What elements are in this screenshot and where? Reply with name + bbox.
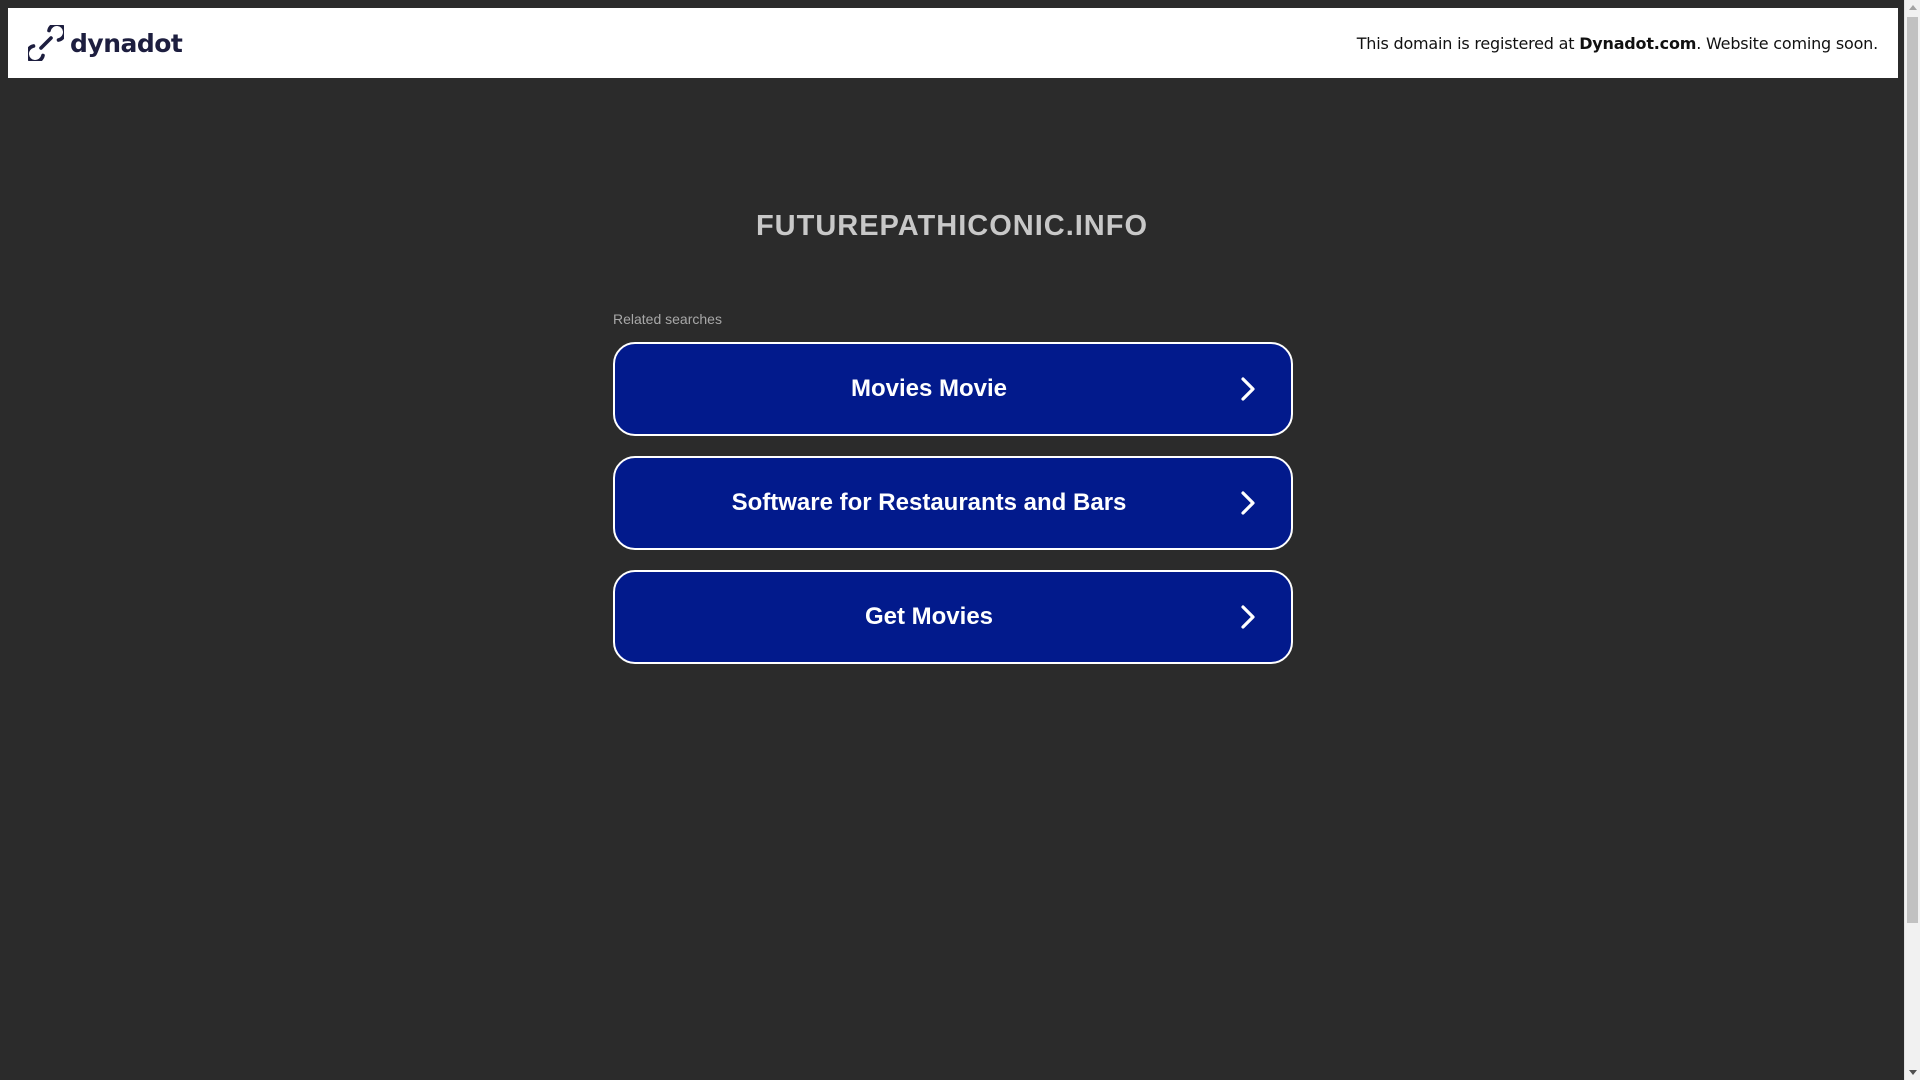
- scroll-thumb[interactable]: [1907, 17, 1918, 923]
- chevron-right-icon: [1241, 605, 1255, 629]
- related-searches-list: Movies Movie Software for Restaurants an…: [613, 342, 1293, 684]
- chevron-right-icon: [1241, 377, 1255, 401]
- related-searches-label: Related searches: [613, 311, 722, 327]
- domain-title: FUTUREPATHICONIC.INFO: [755, 210, 1149, 242]
- header-banner: dynadot This domain is registered at Dyn…: [8, 8, 1898, 78]
- message-prefix: This domain is registered at: [1356, 33, 1580, 53]
- search-button-label: Get Movies: [864, 603, 994, 630]
- vertical-scrollbar[interactable]: [1904, 0, 1920, 1080]
- brand-name: dynadot: [70, 28, 183, 58]
- search-button-label: Software for Restaurants and Bars: [731, 489, 1127, 516]
- dynadot-logo-link[interactable]: dynadot: [28, 25, 183, 61]
- scroll-up-arrow-icon[interactable]: [1909, 5, 1917, 10]
- search-button-get-movies[interactable]: Get Movies: [613, 570, 1293, 664]
- search-button-software-restaurants[interactable]: Software for Restaurants and Bars: [613, 456, 1293, 550]
- page: dynadot This domain is registered at Dyn…: [0, 0, 1920, 1080]
- scroll-down-arrow-icon[interactable]: [1909, 1070, 1917, 1075]
- dynadot-link[interactable]: Dynadot.com: [1579, 34, 1696, 53]
- dynadot-logo-icon: [28, 25, 64, 61]
- registration-message: This domain is registered at Dynadot.com…: [1357, 34, 1878, 53]
- chevron-right-icon: [1241, 491, 1255, 515]
- message-suffix: . Website coming soon.: [1696, 33, 1878, 53]
- search-button-movies-movie[interactable]: Movies Movie: [613, 342, 1293, 436]
- search-button-label: Movies Movie: [850, 375, 1008, 402]
